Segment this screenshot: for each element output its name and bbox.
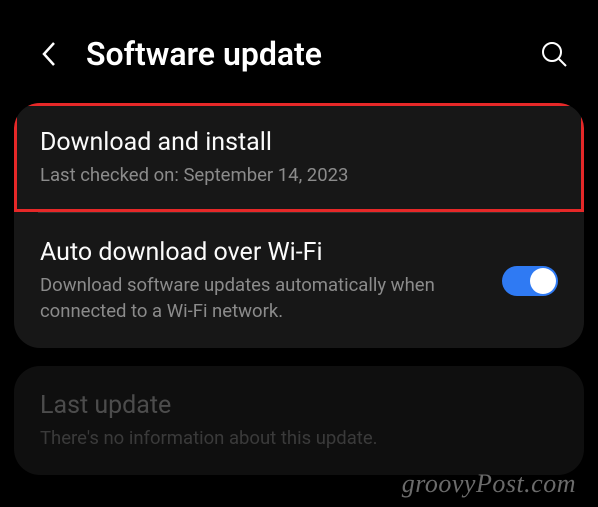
last-update-subtitle: There's no information about this update…	[40, 426, 558, 452]
download-install-subtitle: Last checked on: September 14, 2023	[40, 163, 558, 189]
toggle-thumb	[530, 268, 556, 294]
search-icon[interactable]	[540, 40, 568, 68]
auto-download-text: Auto download over Wi-Fi Download softwa…	[40, 238, 482, 325]
last-update-item[interactable]: Last update There's no information about…	[14, 366, 584, 475]
header: Software update	[0, 0, 598, 103]
settings-card: Download and install Last checked on: Se…	[14, 103, 584, 348]
last-update-title: Last update	[40, 391, 558, 420]
watermark: groovyPost.com	[402, 469, 576, 499]
auto-download-toggle[interactable]	[502, 266, 558, 296]
download-install-title: Download and install	[40, 128, 558, 157]
last-update-card: Last update There's no information about…	[14, 366, 584, 475]
auto-download-title: Auto download over Wi-Fi	[40, 238, 482, 267]
auto-download-item[interactable]: Auto download over Wi-Fi Download softwa…	[14, 213, 584, 348]
auto-download-subtitle: Download software updates automatically …	[40, 273, 482, 325]
download-install-item[interactable]: Download and install Last checked on: Se…	[14, 103, 584, 212]
page-title: Software update	[86, 35, 540, 73]
back-icon[interactable]	[40, 39, 58, 69]
